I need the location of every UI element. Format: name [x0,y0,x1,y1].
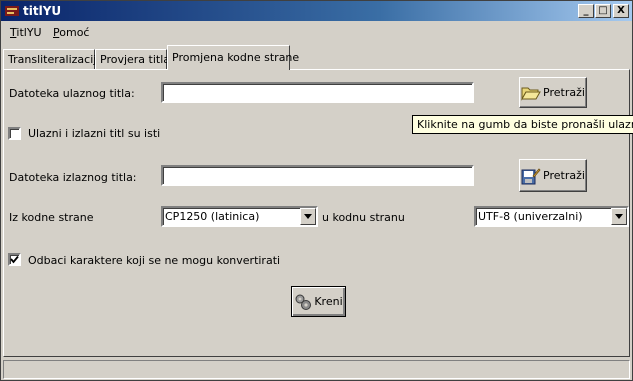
to-codepage-value: UTF-8 (univerzalni) [478,210,583,223]
gears-icon [295,294,312,310]
menu-pomoc[interactable]: Pomoć [53,26,89,39]
input-file-label: Datoteka ulaznog titla: [9,87,135,100]
same-file-checkbox-label: Ulazni i izlazni titl su isti [28,127,161,140]
tooltip: Kliknite na gumb da biste pronašli ulazn… [412,115,633,134]
from-codepage-select[interactable]: CP1250 (latinica) [161,206,318,227]
close-button[interactable]: X [613,4,629,18]
browse-output-button[interactable]: Pretraži [519,159,587,192]
app-window: titlYU _ □ X TitlYU Pomoć Transliteraliz… [0,0,633,381]
to-codepage-label: u kodnu stranu [322,211,405,224]
maximize-button[interactable]: □ [595,4,611,18]
chevron-down-icon[interactable] [300,208,316,225]
input-file-field[interactable] [161,82,474,103]
tab-transliteralizacija[interactable]: Transliteralizacija [3,49,103,69]
output-file-field[interactable] [161,165,474,186]
go-button[interactable]: Kreni [291,286,346,317]
discard-chars-checkbox[interactable] [8,253,21,266]
app-icon [5,6,19,16]
menu-bar: TitlYU Pomoć [1,22,632,42]
minimize-button[interactable]: _ [578,4,594,18]
discard-chars-checkbox-label: Odbaci karaktere koji se ne mogu konvert… [28,254,281,267]
same-file-checkbox[interactable] [8,127,21,140]
output-file-label: Datoteka izlaznog titla: [9,171,137,184]
status-bar [3,360,630,379]
folder-open-icon [521,87,541,101]
tab-panel: Datoteka ulaznog titla: Pretraži Ulazni … [3,69,630,357]
from-codepage-label: Iz kodne strane [9,211,94,224]
menu-titlyu[interactable]: TitlYU [10,26,42,39]
to-codepage-select[interactable]: UTF-8 (univerzalni) [474,206,629,227]
browse-input-label: Pretraži [543,86,585,99]
save-file-icon [521,167,541,184]
chevron-down-icon[interactable] [611,208,627,225]
tab-promjena-kodne-strane[interactable]: Promjena kodne strane [167,45,299,70]
browse-input-button[interactable]: Pretraži [519,77,587,108]
tab-provjera-titla[interactable]: Provjera titla [95,49,170,69]
menu-pomoc-label: omoć [59,26,90,39]
menu-titlyu-label: itlYU [16,26,42,39]
checkmark-icon [10,255,19,264]
browse-output-label: Pretraži [543,169,585,182]
go-button-label: Kreni [314,295,343,308]
window-title: titlYU [23,4,62,18]
from-codepage-value: CP1250 (latinica) [165,210,260,223]
title-bar[interactable]: titlYU _ □ X [1,1,632,21]
